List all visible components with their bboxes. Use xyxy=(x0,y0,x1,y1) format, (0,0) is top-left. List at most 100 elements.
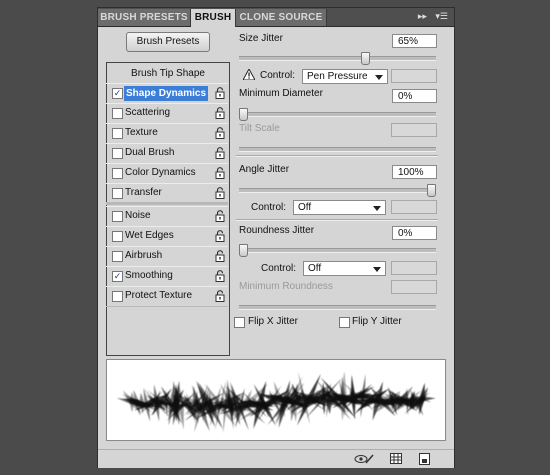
checkbox[interactable] xyxy=(112,128,123,139)
roundness-jitter-label: Roundness Jitter xyxy=(239,225,315,236)
bottom-toolbar xyxy=(98,449,454,468)
brush-panel: BRUSH PRESETS BRUSH CLONE SOURCE ▸▸ ▾☰ B… xyxy=(97,7,455,468)
tab-brush-presets[interactable]: BRUSH PRESETS xyxy=(98,9,191,26)
minimum-diameter-slider[interactable] xyxy=(239,108,436,121)
roundness-jitter-slider[interactable] xyxy=(239,244,436,257)
angle-control-value: Off xyxy=(298,202,312,213)
brush-option-label: Wet Edges xyxy=(125,230,174,241)
roundness-control-extra-field xyxy=(391,261,437,275)
lock-icon[interactable] xyxy=(215,147,225,159)
checkbox[interactable] xyxy=(112,291,123,302)
brush-option-airbrush[interactable]: Airbrush xyxy=(106,246,228,267)
brush-option-wet-edges[interactable]: Wet Edges xyxy=(106,226,228,247)
checkbox[interactable] xyxy=(112,108,123,119)
roundness-jitter-input[interactable]: 0% xyxy=(392,226,437,240)
eye-brush-icon[interactable] xyxy=(354,453,374,468)
minimum-diameter-label: Minimum Diameter xyxy=(239,88,323,99)
angle-jitter-slider[interactable] xyxy=(239,184,436,197)
size-jitter-label: Size Jitter xyxy=(239,33,283,44)
checkbox[interactable] xyxy=(112,188,123,199)
minimum-roundness-slider xyxy=(239,305,436,310)
brush-stroke-preview xyxy=(106,359,446,441)
brush-option-shape-dynamics[interactable]: ✓ Shape Dynamics xyxy=(106,83,228,104)
tab-bar: BRUSH PRESETS BRUSH CLONE SOURCE ▸▸ ▾☰ xyxy=(98,8,454,27)
brush-option-label: Shape Dynamics xyxy=(124,86,209,101)
panel-menu-icon[interactable]: ▾☰ xyxy=(435,11,448,21)
lock-icon[interactable] xyxy=(215,210,225,222)
angle-control-select[interactable]: Off xyxy=(293,200,386,215)
checkbox[interactable] xyxy=(112,211,123,222)
brush-presets-button[interactable]: Brush Presets xyxy=(126,32,210,52)
minimum-diameter-slider-thumb[interactable] xyxy=(239,108,248,121)
minimum-roundness-input xyxy=(391,280,437,294)
brush-option-texture[interactable]: Texture xyxy=(106,123,228,144)
size-jitter-slider-thumb[interactable] xyxy=(361,52,370,65)
roundness-control-select[interactable]: Off xyxy=(303,261,386,276)
tab-brush[interactable]: BRUSH xyxy=(191,9,236,27)
flip-y-checkbox[interactable] xyxy=(339,317,350,328)
size-control-label: Control: xyxy=(260,70,296,81)
size-control-select[interactable]: Pen Pressure xyxy=(302,69,388,84)
warning-icon xyxy=(242,67,256,81)
flip-y-label: Flip Y Jitter xyxy=(352,316,402,327)
brush-option-label: Scattering xyxy=(125,107,171,118)
brush-option-transfer[interactable]: Transfer xyxy=(106,183,228,204)
checkbox[interactable] xyxy=(112,168,123,179)
angle-control-extra-field xyxy=(391,200,437,214)
size-jitter-slider[interactable] xyxy=(239,52,436,65)
lock-icon[interactable] xyxy=(215,87,225,99)
roundness-control-label: Control: xyxy=(261,263,297,274)
brush-option-color-dynamics[interactable]: Color Dynamics xyxy=(106,163,228,184)
brush-option-label: Transfer xyxy=(125,187,162,198)
size-control-value: Pen Pressure xyxy=(307,71,368,82)
lock-icon[interactable] xyxy=(215,230,225,242)
brush-stroke-image xyxy=(116,371,436,434)
chevron-down-icon xyxy=(373,206,381,211)
lock-icon[interactable] xyxy=(215,187,225,199)
flip-x-label: Flip X Jitter xyxy=(248,316,299,327)
brush-option-label: Dual Brush xyxy=(125,147,175,158)
checkbox[interactable]: ✓ xyxy=(112,88,123,99)
grid-icon[interactable] xyxy=(390,453,402,467)
lock-icon[interactable] xyxy=(215,167,225,179)
roundness-control-value: Off xyxy=(308,263,322,274)
chevron-down-icon xyxy=(373,267,381,272)
section-divider xyxy=(236,219,438,221)
size-jitter-input[interactable]: 65% xyxy=(392,34,437,48)
tab-clone-source[interactable]: CLONE SOURCE xyxy=(236,9,327,26)
checkbox[interactable] xyxy=(112,148,123,159)
brush-option-label: Protect Texture xyxy=(125,290,193,301)
lock-icon[interactable] xyxy=(215,270,225,282)
list-separator xyxy=(106,202,228,205)
minimum-roundness-label: Minimum Roundness xyxy=(239,281,333,292)
flip-x-checkbox[interactable] xyxy=(234,317,245,328)
brush-option-smoothing[interactable]: ✓ Smoothing xyxy=(106,266,228,287)
brush-tip-shape-item[interactable]: Brush Tip Shape xyxy=(107,68,229,79)
angle-jitter-slider-thumb[interactable] xyxy=(427,184,436,197)
tilt-scale-slider xyxy=(239,147,436,152)
tilt-scale-label: Tilt Scale xyxy=(239,123,280,134)
brush-option-dual-brush[interactable]: Dual Brush xyxy=(106,143,228,164)
brush-option-protect-texture[interactable]: Protect Texture xyxy=(106,286,228,307)
new-preset-icon[interactable] xyxy=(419,453,430,468)
brush-option-label: Noise xyxy=(125,210,151,221)
minimum-diameter-input[interactable]: 0% xyxy=(392,89,437,103)
collapse-arrows-icon[interactable]: ▸▸ xyxy=(418,11,427,21)
lock-icon[interactable] xyxy=(215,127,225,139)
section-divider xyxy=(236,155,438,157)
lock-icon[interactable] xyxy=(215,250,225,262)
angle-jitter-input[interactable]: 100% xyxy=(392,165,437,179)
checkbox[interactable] xyxy=(112,251,123,262)
brush-option-label: Airbrush xyxy=(125,250,163,261)
brush-option-noise[interactable]: Noise xyxy=(106,206,228,227)
roundness-jitter-slider-thumb[interactable] xyxy=(239,244,248,257)
angle-control-label: Control: xyxy=(251,202,287,213)
lock-icon[interactable] xyxy=(215,107,225,119)
brush-option-label: Texture xyxy=(125,127,158,138)
brush-option-label: Smoothing xyxy=(125,270,173,281)
checkbox[interactable] xyxy=(112,231,123,242)
lock-icon[interactable] xyxy=(215,290,225,302)
checkbox[interactable]: ✓ xyxy=(112,271,123,282)
brush-option-scattering[interactable]: Scattering xyxy=(106,103,228,124)
size-control-extra-field xyxy=(391,69,437,83)
